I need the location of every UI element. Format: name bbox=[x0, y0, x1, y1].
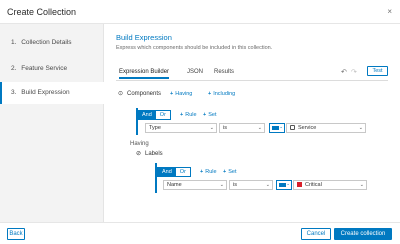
chevron-down-icon: ⌄ bbox=[219, 182, 224, 188]
or-toggle[interactable]: Or bbox=[175, 168, 190, 176]
components-label: Components bbox=[127, 91, 162, 97]
add-rule-label: Rule bbox=[205, 169, 217, 175]
steps-sidebar: 1. Collection Details 2. Feature Service… bbox=[0, 24, 104, 222]
value-select-value: Service bbox=[298, 125, 317, 131]
value-select-value: Critical bbox=[305, 182, 322, 188]
list-type-icon bbox=[279, 183, 286, 187]
add-having-link[interactable]: + Having bbox=[170, 91, 192, 97]
step-label: Feature Service bbox=[21, 65, 68, 72]
section-title: Build Expression bbox=[116, 33, 172, 42]
value-select[interactable]: Critical ⌄ bbox=[293, 180, 367, 190]
operator-select-value: is bbox=[223, 125, 227, 131]
chevron-down-icon: ⌄ bbox=[359, 182, 364, 188]
back-button[interactable]: Back bbox=[7, 228, 25, 240]
redo-icon[interactable]: ↷ bbox=[351, 68, 357, 76]
add-having-label: Having bbox=[175, 91, 193, 97]
field-select-value: Name bbox=[167, 182, 182, 188]
critical-color-swatch bbox=[297, 182, 302, 187]
close-icon[interactable]: × bbox=[387, 7, 392, 16]
labels-and-or-toggle: And Or bbox=[157, 167, 191, 177]
operator-select[interactable]: is ⌄ bbox=[219, 123, 265, 133]
and-toggle[interactable]: And bbox=[158, 168, 176, 176]
add-set-label: Set bbox=[228, 169, 237, 175]
step-collection-details[interactable]: 1. Collection Details bbox=[0, 32, 104, 54]
components-and-or-toggle: And Or bbox=[137, 110, 171, 120]
cancel-button[interactable]: Cancel bbox=[301, 228, 331, 240]
add-set-link[interactable]: + Set bbox=[223, 169, 236, 175]
add-rule-label: Rule bbox=[185, 112, 197, 118]
section-description: Express which components should be inclu… bbox=[116, 45, 273, 51]
chevron-down-icon: ⌄ bbox=[265, 182, 270, 188]
value-type-button[interactable]: ⌄ bbox=[269, 123, 285, 133]
service-icon bbox=[290, 125, 295, 130]
add-set-label: Set bbox=[208, 112, 217, 118]
tab-json[interactable]: JSON bbox=[187, 69, 203, 75]
step-build-expression[interactable]: 3. Build Expression bbox=[0, 82, 104, 104]
chevron-down-icon: ⌄ bbox=[257, 125, 262, 131]
list-type-icon bbox=[272, 126, 279, 130]
having-label: Having bbox=[130, 141, 149, 147]
chevron-down-icon: ⌄ bbox=[279, 124, 283, 129]
tab-expression-builder[interactable]: Expression Builder bbox=[119, 69, 170, 79]
add-including-link[interactable]: + Including bbox=[208, 91, 235, 97]
step-feature-service[interactable]: 2. Feature Service bbox=[0, 58, 104, 80]
create-collection-button[interactable]: Create collection bbox=[334, 228, 392, 240]
field-select-value: Type bbox=[149, 125, 161, 131]
chevron-down-icon: ⌄ bbox=[286, 181, 290, 186]
test-button[interactable]: Test bbox=[367, 66, 388, 76]
step-label: Collection Details bbox=[21, 39, 72, 46]
chevron-down-icon: ⌄ bbox=[358, 125, 363, 131]
field-select[interactable]: Name ⌄ bbox=[163, 180, 227, 190]
step-number: 3. bbox=[11, 89, 17, 96]
dialog-title: Create Collection bbox=[7, 7, 77, 17]
chevron-down-icon: ⌄ bbox=[209, 125, 214, 131]
field-select[interactable]: Type ⌄ bbox=[145, 123, 217, 133]
step-number: 1. bbox=[11, 39, 17, 46]
main-content: Build Expression Express which component… bbox=[105, 24, 400, 222]
tab-results[interactable]: Results bbox=[214, 69, 234, 75]
tab-bar: Expression Builder JSON Results ↶ ↷ Test bbox=[116, 66, 388, 81]
operator-select-value: is bbox=[233, 182, 237, 188]
value-type-button[interactable]: ⌄ bbox=[276, 180, 292, 190]
labels-label: Labels bbox=[145, 151, 163, 157]
undo-icon[interactable]: ↶ bbox=[341, 68, 347, 76]
dialog-header: Create Collection × bbox=[0, 0, 400, 24]
components-icon: ⊙ bbox=[118, 91, 124, 97]
value-select[interactable]: Service ⌄ bbox=[286, 123, 366, 133]
dialog-footer: Back Cancel Create collection bbox=[0, 222, 400, 244]
add-set-link[interactable]: + Set bbox=[203, 112, 216, 118]
or-toggle[interactable]: Or bbox=[155, 111, 170, 119]
step-number: 2. bbox=[11, 65, 17, 72]
add-including-label: Including bbox=[213, 91, 236, 97]
and-toggle[interactable]: And bbox=[138, 111, 156, 119]
step-label: Build Expression bbox=[21, 89, 70, 96]
add-rule-link[interactable]: + Rule bbox=[200, 169, 217, 175]
add-rule-link[interactable]: + Rule bbox=[180, 112, 197, 118]
labels-icon: ⊘ bbox=[136, 151, 142, 157]
operator-select[interactable]: is ⌄ bbox=[229, 180, 273, 190]
